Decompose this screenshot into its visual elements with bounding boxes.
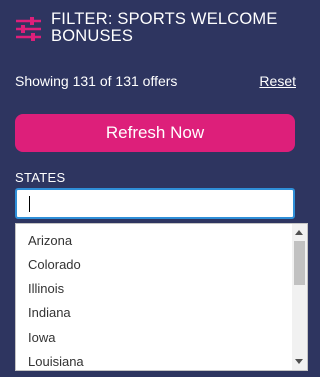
state-option-colorado[interactable]: Colorado [28,257,81,273]
states-label: STATES [15,170,66,185]
filter-sliders-icon [16,17,41,41]
scroll-up-arrow-icon[interactable] [295,230,303,235]
results-count-text: Showing 131 of 131 offers [15,73,178,89]
states-input[interactable] [15,188,295,219]
scroll-down-arrow-icon[interactable] [295,359,303,364]
dropdown-scrollbar[interactable] [292,224,307,370]
states-dropdown-list[interactable]: Arizona Colorado Illinois Indiana Iowa L… [15,223,308,371]
state-option-iowa[interactable]: Iowa [28,330,55,346]
state-option-arizona[interactable]: Arizona [28,233,72,249]
state-option-indiana[interactable]: Indiana [28,305,71,321]
filter-header: FILTER: SPORTS WELCOME BONUSES [14,11,309,47]
state-option-illinois[interactable]: Illinois [28,281,64,297]
text-caret [29,196,30,212]
page-title: FILTER: SPORTS WELCOME BONUSES [51,10,278,45]
refresh-now-button[interactable]: Refresh Now [15,114,295,152]
results-summary: Showing 131 of 131 offers Reset [15,73,296,91]
scrollbar-thumb[interactable] [294,241,305,285]
states-options: Arizona Colorado Illinois Indiana Iowa L… [16,224,292,370]
state-option-louisiana[interactable]: Louisiana [28,354,84,370]
reset-link[interactable]: Reset [259,73,296,89]
